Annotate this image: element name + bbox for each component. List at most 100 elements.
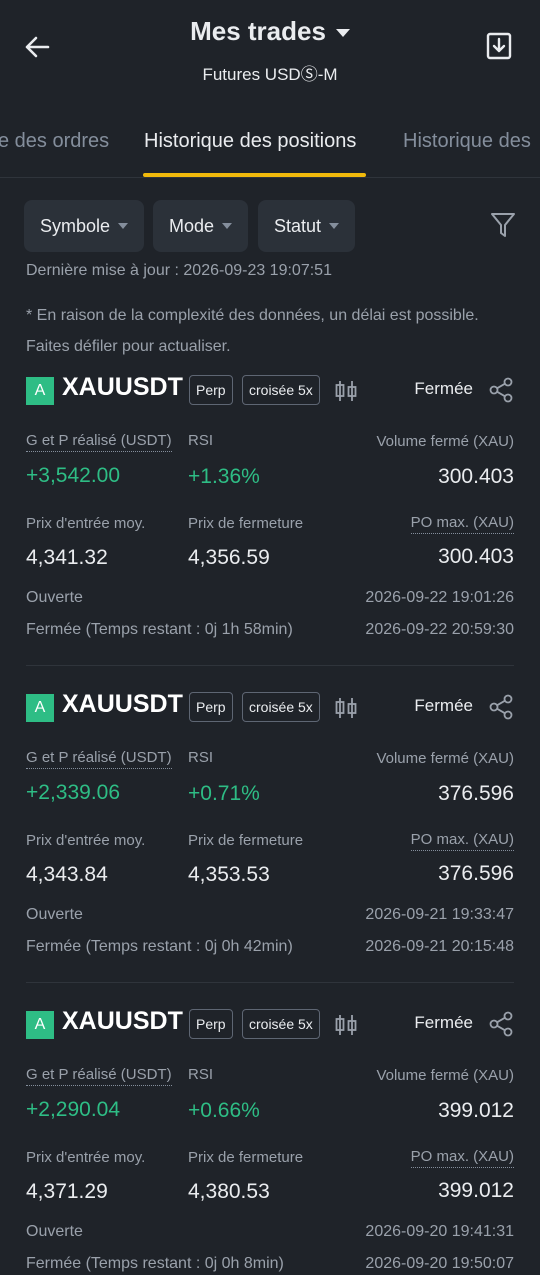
delay-notice: * En raison de la complexité des données… xyxy=(26,307,479,355)
closed-time: 2026-09-22 20:59:30 xyxy=(365,621,514,638)
tab-bar: e des ordres Historique des positions Hi… xyxy=(0,118,540,178)
mode-filter-label: Mode xyxy=(169,215,215,236)
max-po-value: 399.012 xyxy=(438,1179,514,1202)
symbol-filter-label: Symbole xyxy=(40,215,111,236)
card-header: A XAUUSDT Perp croisée 5x Fermée xyxy=(26,1005,514,1045)
card-header: A XAUUSDT Perp croisée 5x Fermée xyxy=(26,371,514,411)
last-update-text: Dernière mise à jour : 2026-09-23 19:07:… xyxy=(26,262,332,279)
page-title: Mes trades xyxy=(190,16,326,46)
close-price-value: 4,353.53 xyxy=(188,863,270,886)
margin-tag: croisée 5x xyxy=(242,375,320,405)
asset-badge: A xyxy=(26,1011,54,1039)
opened-time: 2026-09-21 19:33:47 xyxy=(365,906,514,923)
symbol-name: XAUUSDT xyxy=(62,690,183,718)
volume-closed-label: Volume fermé (XAU) xyxy=(376,1067,514,1084)
opened-time: 2026-09-20 19:41:31 xyxy=(365,1223,514,1240)
position-card[interactable]: A XAUUSDT Perp croisée 5x Fermée G et P … xyxy=(26,371,514,666)
pnl-label[interactable]: G et P réalisé (USDT) xyxy=(26,1066,172,1086)
close-price-label: Prix de fermeture xyxy=(188,832,304,849)
rsi-label: RSI xyxy=(188,1066,214,1083)
candlestick-chart-icon[interactable] xyxy=(334,379,358,403)
close-price-label: Prix de fermeture xyxy=(188,1149,304,1166)
perp-tag: Perp xyxy=(189,1009,233,1039)
rsi-value: +0.71% xyxy=(188,782,260,805)
close-price-value: 4,380.53 xyxy=(188,1180,270,1203)
opened-label: Ouverte xyxy=(26,906,83,923)
margin-tag: croisée 5x xyxy=(242,1009,320,1039)
opened-label: Ouverte xyxy=(26,589,83,606)
symbol-filter[interactable]: Symbole xyxy=(24,200,145,252)
volume-closed-value: 300.403 xyxy=(438,465,514,488)
close-price-label: Prix de fermeture xyxy=(188,515,304,532)
tab-position-history[interactable]: Historique des positions xyxy=(144,130,356,153)
entry-price-value: 4,341.32 xyxy=(26,546,108,569)
pnl-value: +3,542.00 xyxy=(26,464,121,487)
share-icon[interactable] xyxy=(488,376,514,404)
symbol-name: XAUUSDT xyxy=(62,373,183,401)
closed-label: Fermée (Temps restant : 0j 0h 42min) xyxy=(26,938,293,955)
card-divider xyxy=(26,982,514,983)
entry-price-label: Prix d'entrée moy. xyxy=(26,832,146,849)
max-po-label[interactable]: PO max. (XAU) xyxy=(410,1148,514,1168)
funnel-icon[interactable] xyxy=(490,211,516,239)
candlestick-chart-icon[interactable] xyxy=(334,1013,358,1037)
caret-down-icon xyxy=(335,28,350,37)
candlestick-chart-icon[interactable] xyxy=(334,696,358,720)
margin-tag: croisée 5x xyxy=(242,692,320,722)
volume-closed-label: Volume fermé (XAU) xyxy=(376,750,514,767)
perp-tag: Perp xyxy=(189,375,233,405)
card-header: A XAUUSDT Perp croisée 5x Fermée xyxy=(26,688,514,728)
volume-closed-value: 376.596 xyxy=(438,782,514,805)
volume-closed-value: 399.012 xyxy=(438,1099,514,1122)
page-subtitle: Futures USDⓈ-M xyxy=(202,65,338,84)
closed-label: Fermée (Temps restant : 0j 0h 8min) xyxy=(26,1255,284,1272)
symbol-name: XAUUSDT xyxy=(62,1007,183,1035)
mode-filter[interactable]: Mode xyxy=(153,200,249,252)
card-divider xyxy=(26,665,514,666)
opened-time: 2026-09-22 19:01:26 xyxy=(365,589,514,606)
entry-price-value: 4,371.29 xyxy=(26,1180,108,1203)
status-filter[interactable]: Statut xyxy=(258,200,356,252)
rsi-label: RSI xyxy=(188,432,214,449)
pnl-value: +2,339.06 xyxy=(26,781,121,804)
position-card[interactable]: A XAUUSDT Perp croisée 5x Fermée G et P … xyxy=(26,1005,514,1275)
opened-label: Ouverte xyxy=(26,1223,83,1240)
tab-trade-history[interactable]: Historique des xyxy=(403,130,531,153)
title-dropdown[interactable]: Mes trades xyxy=(0,16,540,47)
position-status: Fermée xyxy=(414,379,473,398)
closed-time: 2026-09-20 19:50:07 xyxy=(365,1255,514,1272)
pnl-value: +2,290.04 xyxy=(26,1098,121,1121)
asset-badge: A xyxy=(26,377,54,405)
pnl-label[interactable]: G et P réalisé (USDT) xyxy=(26,432,172,452)
status-filter-label: Statut xyxy=(274,215,322,236)
top-bar: Mes trades Futures USDⓈ-M xyxy=(0,0,540,100)
max-po-label[interactable]: PO max. (XAU) xyxy=(410,514,514,534)
position-status: Fermée xyxy=(414,1013,473,1032)
entry-price-label: Prix d'entrée moy. xyxy=(26,515,146,532)
caret-down-icon xyxy=(222,223,233,229)
pnl-label[interactable]: G et P réalisé (USDT) xyxy=(26,749,172,769)
rsi-value: +0.66% xyxy=(188,1099,260,1122)
closed-time: 2026-09-21 20:15:48 xyxy=(365,938,514,955)
volume-closed-label: Volume fermé (XAU) xyxy=(376,433,514,450)
max-po-label[interactable]: PO max. (XAU) xyxy=(410,831,514,851)
rsi-label: RSI xyxy=(188,749,214,766)
perp-tag: Perp xyxy=(189,692,233,722)
max-po-value: 300.403 xyxy=(438,545,514,568)
closed-label: Fermée (Temps restant : 0j 1h 58min) xyxy=(26,621,293,638)
position-status: Fermée xyxy=(414,696,473,715)
tab-order-history[interactable]: e des ordres xyxy=(0,130,109,153)
active-tab-indicator xyxy=(143,173,366,177)
caret-down-icon xyxy=(118,223,129,229)
max-po-value: 376.596 xyxy=(438,862,514,885)
entry-price-label: Prix d'entrée moy. xyxy=(26,1149,146,1166)
close-price-value: 4,356.59 xyxy=(188,546,270,569)
asset-badge: A xyxy=(26,694,54,722)
caret-down-icon xyxy=(329,223,340,229)
share-icon[interactable] xyxy=(488,1010,514,1038)
position-card[interactable]: A XAUUSDT Perp croisée 5x Fermée G et P … xyxy=(26,688,514,983)
entry-price-value: 4,343.84 xyxy=(26,863,108,886)
rsi-value: +1.36% xyxy=(188,465,260,488)
share-icon[interactable] xyxy=(488,693,514,721)
download-icon[interactable] xyxy=(486,32,512,60)
